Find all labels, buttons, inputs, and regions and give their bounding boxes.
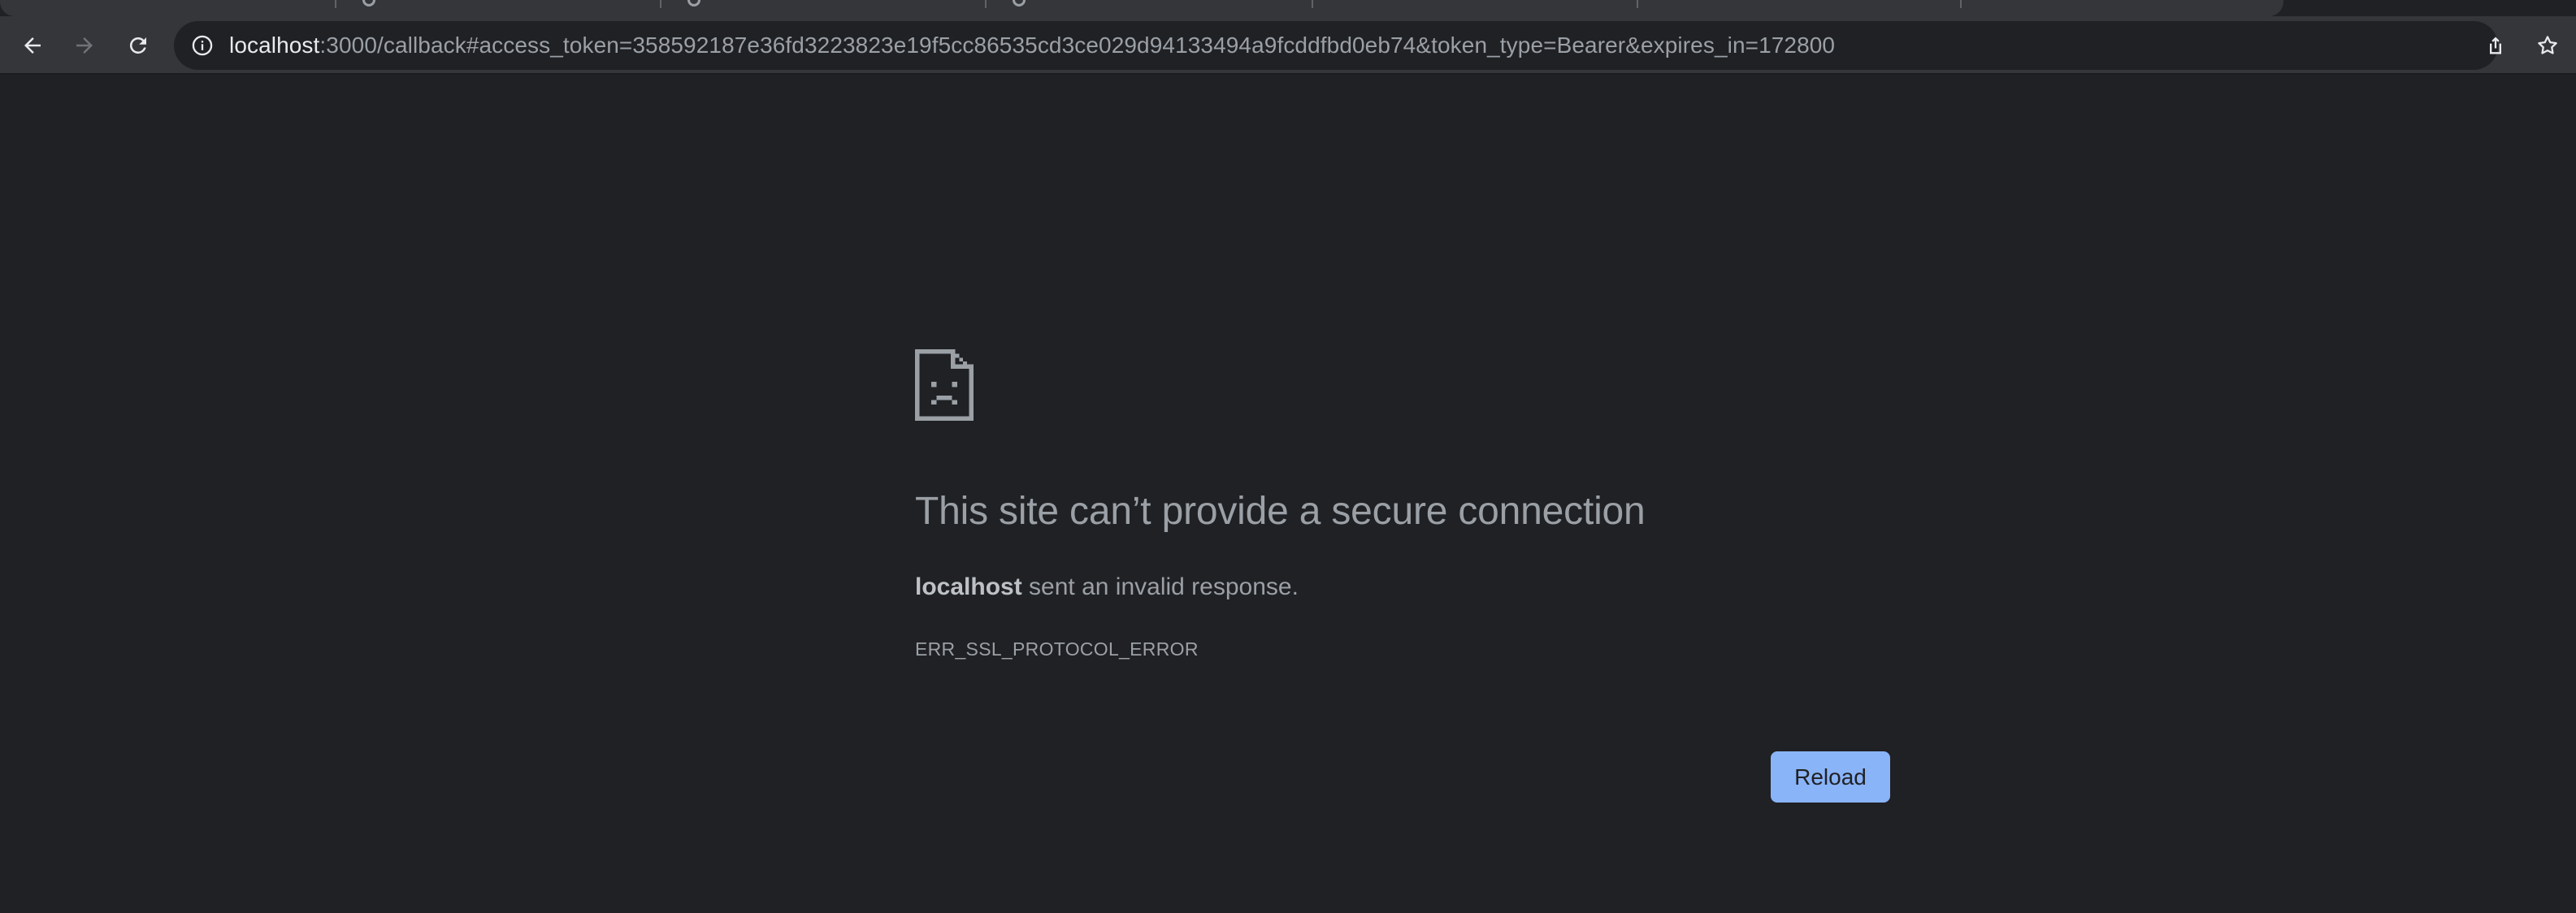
url-text[interactable]: localhost:3000/callback#access_token=358…	[229, 21, 1835, 70]
url-host: localhost	[229, 32, 320, 58]
site-info-button[interactable]	[190, 33, 215, 58]
tab-favicon-icon[interactable]	[1013, 0, 1026, 6]
reload-button[interactable]: Reload	[1771, 751, 1890, 803]
tab-separator	[1960, 0, 1962, 8]
browser-toolbar: localhost:3000/callback#access_token=358…	[0, 16, 2576, 75]
reload-page-button[interactable]	[120, 28, 156, 63]
back-button[interactable]	[15, 28, 50, 63]
tab-strip	[0, 0, 2576, 18]
tab-separator	[660, 0, 661, 8]
forward-button[interactable]	[67, 28, 102, 63]
sad-document-icon	[915, 349, 974, 421]
star-icon	[2538, 36, 2557, 54]
error-title: This site can’t provide a secure connect…	[915, 490, 1646, 533]
error-description-text: sent an invalid response.	[1021, 573, 1299, 600]
address-bar[interactable]: localhost:3000/callback#access_token=358…	[174, 21, 2498, 70]
arrow-left-icon	[24, 37, 41, 54]
tab-favicon-icon[interactable]	[687, 0, 700, 6]
error-description: localhost sent an invalid response.	[915, 573, 1299, 601]
tab-separator	[985, 0, 987, 8]
tab-separator	[335, 0, 336, 8]
url-path: :3000/callback#access_token=358592187e36…	[319, 32, 1836, 58]
share-icon	[2490, 37, 2501, 54]
bookmark-button[interactable]	[2530, 28, 2565, 63]
share-button[interactable]	[2478, 28, 2513, 63]
error-code: ERR_SSL_PROTOCOL_ERROR	[915, 638, 1199, 660]
tab-separator	[1637, 0, 1638, 8]
tab-favicon-icon[interactable]	[362, 0, 375, 6]
tab-strip-background	[0, 0, 2283, 16]
info-icon	[192, 35, 213, 56]
error-host: localhost	[915, 573, 1022, 600]
reload-icon	[129, 37, 146, 54]
arrow-right-icon	[76, 37, 93, 54]
tab-separator	[1312, 0, 1313, 8]
